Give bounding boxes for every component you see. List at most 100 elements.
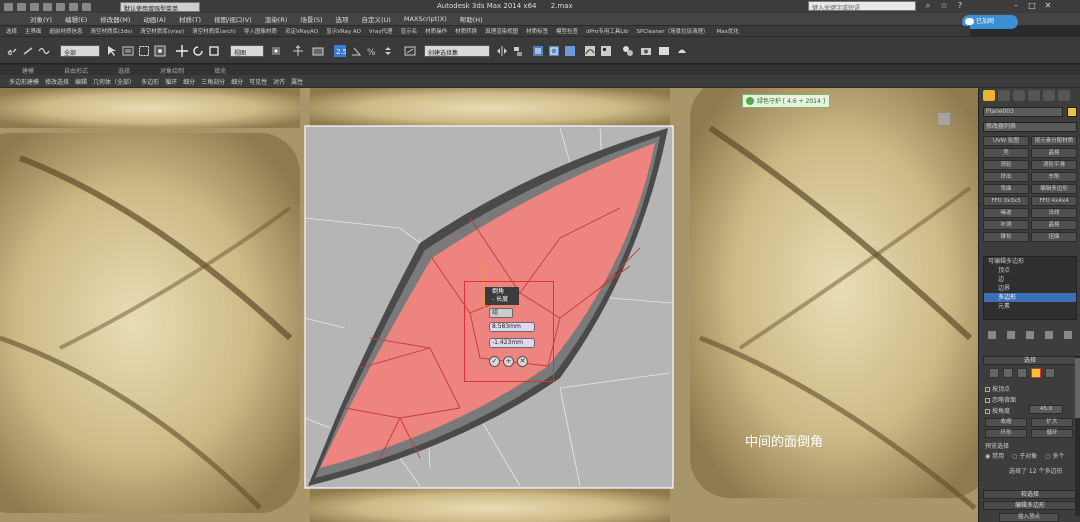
select-manipulate-icon[interactable] — [292, 45, 304, 57]
binoculars-icon[interactable]: ⌕ — [922, 1, 934, 11]
plugin-item[interactable]: 清空材质库(vray) — [140, 27, 184, 35]
tab-freeform[interactable]: 自由形式 — [64, 66, 88, 75]
border-level-icon[interactable] — [1017, 368, 1027, 378]
bevel-outline-field[interactable]: -1.423mm — [489, 338, 535, 348]
plugin-item[interactable]: SPCleaner（场景垃圾清理） — [636, 27, 708, 35]
link-icon[interactable] — [6, 45, 18, 57]
project-folder-icon[interactable] — [82, 2, 91, 11]
object-color-swatch[interactable] — [1067, 107, 1077, 117]
modifier-button[interactable]: 编辑多边形 — [1031, 184, 1077, 194]
plugin-item[interactable]: 真理渲染视图 — [485, 27, 518, 35]
new-file-icon[interactable] — [17, 2, 26, 11]
motion-tab-icon[interactable] — [1028, 90, 1040, 101]
loop-button[interactable]: 循环 — [1031, 429, 1073, 438]
hierarchy-tab-icon[interactable] — [1013, 90, 1025, 101]
plugin-item[interactable]: 选择 — [6, 27, 17, 35]
menu-view[interactable]: 视图/视口(V) — [214, 14, 252, 24]
insert-vertex-button[interactable]: 插入顶点 — [999, 513, 1059, 522]
plugin-item[interactable]: 主界面 — [25, 27, 42, 35]
percent-snap-icon[interactable]: % — [366, 45, 378, 58]
plugin-item[interactable]: 模型检查 — [556, 27, 578, 35]
ribbon-item[interactable]: 三角剖分 — [201, 77, 225, 86]
plugin-item[interactable]: Vray代理 — [369, 27, 393, 35]
make-unique-icon[interactable] — [1025, 331, 1034, 339]
ok-button[interactable]: ✓ — [489, 356, 500, 367]
plugin-item[interactable]: 显示名 — [401, 27, 418, 35]
reference-coordinate-select[interactable]: 视图 — [230, 45, 264, 57]
stack-item-vertex[interactable]: 顶点 — [984, 266, 1076, 275]
scale-icon[interactable] — [208, 45, 220, 57]
ribbon-item[interactable]: 可见性 — [249, 77, 267, 86]
close-button[interactable]: ✕ — [1042, 1, 1054, 11]
workspace-select[interactable]: 默认使用增强型菜单 — [120, 1, 200, 13]
cloud-button[interactable]: 已加网 — [962, 15, 1018, 29]
pivot-center-icon[interactable] — [270, 45, 282, 57]
bevel-type-select[interactable]: 组 — [489, 308, 513, 318]
viewcube[interactable] — [937, 112, 951, 126]
modifier-button[interactable]: 法线 — [1031, 208, 1077, 218]
menu-material[interactable]: 材质(T) — [179, 14, 201, 24]
modifier-button[interactable]: 弯曲 — [983, 184, 1029, 194]
menu-render[interactable]: 渲染(R) — [265, 14, 288, 24]
stack-item-polygon[interactable]: 多边形 — [984, 293, 1076, 302]
ribbon-item[interactable]: 属性 — [291, 77, 303, 86]
align-icon[interactable] — [512, 45, 524, 57]
plugin-item[interactable]: 清空材质库(3ds) — [91, 27, 133, 35]
material-editor-icon[interactable] — [622, 45, 634, 57]
ribbon-item[interactable]: 修改选择 — [45, 77, 69, 86]
redo-icon[interactable] — [69, 2, 78, 11]
ribbon-item[interactable]: 编辑 — [75, 77, 87, 86]
modifier-button[interactable]: 晶格 — [1031, 220, 1077, 230]
vertex-level-icon[interactable] — [989, 368, 999, 378]
create-tab-icon[interactable] — [983, 90, 995, 101]
ribbon-item[interactable]: 多边形建模 — [9, 77, 39, 86]
ribbon-item[interactable]: 细分 — [183, 77, 195, 86]
menu-animation[interactable]: 动画(A) — [143, 14, 166, 24]
by-vertex-option[interactable]: 按顶点 — [985, 384, 1010, 393]
modifier-button[interactable]: 壳 — [983, 148, 1029, 158]
element-level-icon[interactable] — [1045, 368, 1055, 378]
search-input[interactable]: 键入关键字或短语 — [808, 1, 916, 12]
grow-button[interactable]: 扩大 — [1031, 418, 1073, 427]
ribbon-item[interactable]: 细分 — [231, 77, 243, 86]
selection-rollout-header[interactable]: 选择 — [983, 356, 1077, 365]
menu-help[interactable]: 帮助(H) — [460, 14, 483, 24]
stack-item-editable-poly[interactable]: 可编辑多边形 — [984, 257, 1076, 266]
guardian-badge[interactable]: 绿色守护 [ 4.6 + 2014 ] — [742, 94, 831, 108]
plugin-item[interactable]: 灵定VRayAO — [285, 27, 318, 35]
menu-edit[interactable]: 编辑(E) — [65, 14, 87, 24]
utilities-tab-icon[interactable] — [1058, 90, 1070, 101]
modifier-button[interactable]: 扭曲 — [1031, 232, 1077, 242]
configure-sets-icon[interactable] — [1063, 331, 1072, 339]
modifier-button[interactable]: 补洞 — [983, 220, 1029, 230]
stack-item-element[interactable]: 元素 — [984, 302, 1076, 311]
cancel-button[interactable]: ✕ — [517, 356, 528, 367]
mirror-icon[interactable] — [496, 45, 508, 57]
ring-button[interactable]: 环形 — [985, 429, 1027, 438]
modifier-list-select[interactable]: 修改器列表 — [983, 122, 1077, 132]
modifier-button[interactable]: UVW 贴图 — [983, 136, 1029, 146]
angle-spinner[interactable]: 45.0 — [1029, 405, 1063, 414]
tab-modeling[interactable]: 建模 — [22, 66, 34, 75]
checkbox[interactable] — [985, 398, 990, 403]
layer-explorer-icon[interactable] — [548, 45, 560, 57]
modifier-button[interactable]: 噪波 — [983, 208, 1029, 218]
unlink-icon[interactable] — [22, 45, 34, 57]
preview-subobject-radio[interactable]: ○ 子对象 — [1012, 453, 1037, 460]
checkbox[interactable] — [985, 409, 990, 414]
object-name-field[interactable]: Plane003 — [983, 107, 1063, 117]
menu-scene[interactable]: 场景(S) — [300, 14, 322, 24]
stack-item-edge[interactable]: 边 — [984, 275, 1076, 284]
select-object-icon[interactable] — [106, 45, 118, 57]
pin-stack-icon[interactable] — [988, 331, 997, 339]
show-end-result-icon[interactable] — [1007, 331, 1016, 339]
perspective-viewport[interactable]: 绿色守护 [ 4.6 + 2014 ] 倒角 - 长度 组 8.583mm -1… — [0, 88, 978, 522]
rotate-icon[interactable] — [192, 45, 204, 57]
ribbon-item[interactable]: 几何体（全部） — [93, 77, 135, 86]
plugin-item[interactable]: 材质操作 — [425, 27, 447, 35]
star-icon[interactable]: ☆ — [938, 1, 950, 11]
modifier-button[interactable]: FFD 3x3x3 — [983, 196, 1029, 206]
select-by-name-icon[interactable] — [122, 45, 134, 57]
plugin-item[interactable]: 材质转换 — [455, 27, 477, 35]
modifier-button[interactable]: FFD 4x4x4 — [1031, 196, 1077, 206]
